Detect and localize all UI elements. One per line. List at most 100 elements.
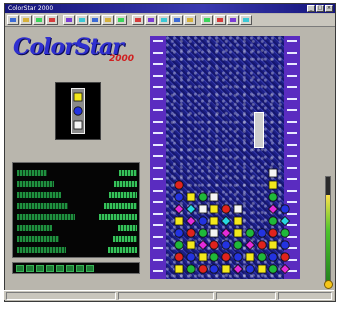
status-bar <box>4 290 334 300</box>
star-button[interactable] <box>171 15 183 25</box>
sound-button[interactable] <box>63 15 75 25</box>
about-button[interactable] <box>227 15 239 25</box>
window-controls: _ □ × <box>307 5 333 12</box>
gem-blue <box>245 264 255 274</box>
stat-value <box>114 181 137 187</box>
exit-icon <box>243 18 249 22</box>
exit-button[interactable] <box>240 15 252 25</box>
gem-red <box>209 240 219 250</box>
border-tick <box>287 201 297 203</box>
status-cell <box>118 292 214 300</box>
border-tick <box>153 40 163 42</box>
gem-blue <box>256 228 267 238</box>
trophy-icon <box>187 18 193 22</box>
open-button[interactable] <box>20 15 32 25</box>
gem-white <box>268 168 278 178</box>
gem-blue <box>221 240 231 250</box>
gem-green <box>268 216 278 226</box>
gem-red <box>256 240 267 250</box>
gem-red <box>268 228 278 238</box>
gem-blue <box>268 252 278 262</box>
gem-magenta <box>221 228 232 238</box>
border-tick <box>287 109 297 111</box>
close-button[interactable]: × <box>325 5 333 12</box>
border-tick <box>153 212 163 215</box>
lightbulb-icon <box>204 18 210 22</box>
border-tick <box>153 235 163 238</box>
gem-yellow <box>209 204 219 214</box>
star-icon <box>174 18 180 22</box>
gem-white <box>209 192 219 202</box>
gem-magenta <box>280 264 291 274</box>
next-gem-white <box>73 120 83 130</box>
border-tick <box>153 178 163 180</box>
gem-magenta <box>197 240 208 250</box>
border-tick <box>153 224 163 226</box>
level-button[interactable] <box>115 15 127 25</box>
border-tick <box>287 143 297 146</box>
border-tick <box>153 109 163 111</box>
border-tick <box>153 247 163 249</box>
new-game-button[interactable] <box>7 15 19 25</box>
maximize-button[interactable]: □ <box>316 5 324 12</box>
save-button[interactable] <box>33 15 45 25</box>
next-piece <box>71 88 85 134</box>
gem-green <box>197 228 208 238</box>
title-bar[interactable]: ColorStar 2000 _ □ × <box>5 4 335 13</box>
border-tick <box>153 258 163 261</box>
stat-label <box>17 203 68 209</box>
new-game-icon <box>10 18 16 22</box>
bonus-slot <box>66 264 74 272</box>
minimize-button[interactable]: _ <box>307 5 315 12</box>
gem-yellow <box>257 264 266 274</box>
border-tick <box>153 270 163 272</box>
playfield-left-border <box>150 36 166 279</box>
trophy-button[interactable] <box>184 15 196 25</box>
gem-yellow <box>268 240 278 250</box>
gem-yellow <box>198 252 207 262</box>
falling-piece[interactable] <box>254 112 264 148</box>
border-tick <box>287 97 297 100</box>
gem-red <box>197 264 208 274</box>
gem-blue <box>174 228 184 238</box>
help-button[interactable] <box>214 15 226 25</box>
gem-yellow <box>233 216 243 226</box>
status-cell <box>6 292 116 300</box>
options-button[interactable] <box>89 15 101 25</box>
gem-blue <box>174 192 184 202</box>
gem-white <box>233 204 243 214</box>
stat-label <box>17 236 59 242</box>
stat-value <box>99 214 137 220</box>
border-tick <box>153 155 163 157</box>
status-cell <box>216 292 276 300</box>
stat-value <box>109 192 137 198</box>
gem-blue <box>186 252 196 262</box>
border-tick <box>153 201 163 203</box>
theme-button[interactable] <box>132 15 144 25</box>
gem-magenta <box>268 204 279 214</box>
border-tick <box>287 120 297 123</box>
scores-button[interactable] <box>102 15 114 25</box>
logo-text: ColorStar <box>13 34 124 60</box>
gem-red <box>174 252 184 262</box>
lightbulb-button[interactable] <box>201 15 213 25</box>
speed-button[interactable] <box>145 15 157 25</box>
music-button[interactable] <box>76 15 88 25</box>
gem-cyan <box>280 216 291 226</box>
stat-label <box>17 214 75 220</box>
next-gem-blue <box>73 106 83 116</box>
pause-button[interactable] <box>46 15 58 25</box>
gem-green <box>186 264 196 274</box>
border-tick <box>287 166 297 169</box>
bonus-slot <box>76 264 84 272</box>
stat-label <box>17 192 61 198</box>
border-tick <box>287 40 297 42</box>
level-indicator-ball <box>324 280 333 289</box>
bonus-slot <box>16 264 24 272</box>
gem-green <box>197 192 208 202</box>
grid-button[interactable] <box>158 15 170 25</box>
border-tick <box>287 63 297 65</box>
logo-year: 2000 <box>109 54 135 64</box>
gem-red <box>221 204 231 214</box>
gem-blue <box>280 240 290 250</box>
